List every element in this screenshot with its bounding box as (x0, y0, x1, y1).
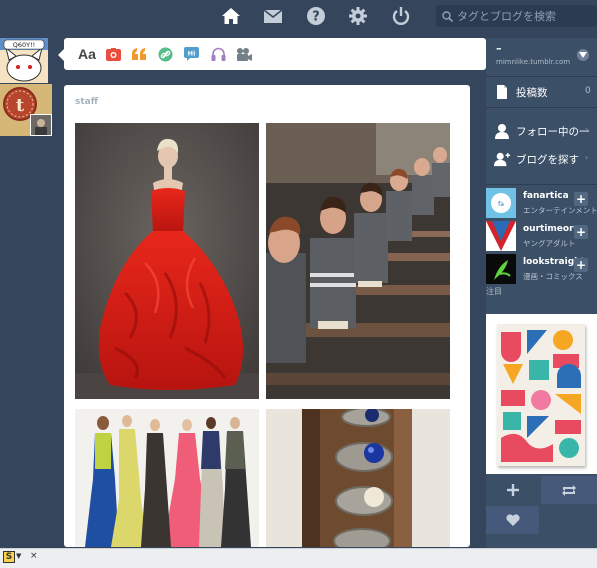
post-audio-button[interactable] (209, 45, 227, 63)
text-label: Aa (78, 46, 96, 62)
home-icon[interactable] (221, 6, 241, 26)
follow-button[interactable]: + (574, 192, 588, 206)
search-field[interactable] (436, 5, 597, 27)
recommended-blog[interactable]: ourtimeorg ヤングアダルト + (486, 219, 597, 251)
power-icon[interactable] (391, 6, 411, 26)
help-icon[interactable]: ? (306, 6, 326, 26)
recommended-blog[interactable]: fa fanartica エンターテインメント + (486, 186, 597, 218)
post-photo-button[interactable] (104, 45, 122, 63)
person-icon (495, 124, 509, 139)
post-card: staff (64, 85, 470, 547)
headphones-icon (211, 47, 225, 61)
blog-header[interactable]: – mimnlike.tumblr.com (486, 38, 597, 76)
blog-avatar (486, 254, 516, 284)
heart-icon (505, 514, 520, 526)
post-photo[interactable] (75, 409, 259, 547)
addon-icon[interactable]: S (3, 551, 15, 563)
reblog-button[interactable] (541, 476, 597, 504)
blog-name: fanartica (523, 191, 569, 201)
blog-name: – (496, 42, 502, 55)
blog-name: ourtimeorg (523, 224, 580, 234)
document-icon (497, 85, 507, 99)
search-input[interactable] (457, 9, 587, 23)
post-photo[interactable] (266, 123, 450, 399)
recommended-blog[interactable]: lookstraight 漫画・コミックス + (486, 252, 597, 284)
blog-category: ヤングアダルト (523, 239, 576, 248)
svg-text:Q60Y!!: Q60Y!! (13, 41, 36, 49)
follow-button[interactable]: + (574, 225, 588, 239)
svg-text:?: ? (312, 10, 320, 25)
svg-text:t: t (16, 95, 25, 116)
blog-category: 漫画・コミックス (523, 272, 583, 281)
post-quote-button[interactable] (130, 45, 148, 63)
user-avatar[interactable]: Q60Y!! (0, 38, 48, 83)
video-camera-icon (237, 47, 252, 61)
following-label: フォロー中の一 (516, 126, 590, 138)
post-link-button[interactable] (156, 45, 174, 63)
svg-text:Hi: Hi (187, 50, 195, 58)
reblog-icon (562, 484, 576, 496)
link-icon (158, 47, 172, 61)
featured-label: 注目 (486, 287, 502, 296)
search-icon (442, 10, 453, 22)
post-photo[interactable] (75, 123, 259, 399)
post-video-button[interactable] (235, 45, 253, 63)
blog-category: エンターテインメント (523, 206, 597, 215)
post-photo[interactable] (266, 409, 450, 547)
divider (486, 184, 597, 185)
svg-text:fa: fa (498, 201, 504, 208)
blog-url: mimnlike.tumblr.com (496, 58, 571, 66)
sidebar-item-explore[interactable]: ブログを探す › (486, 146, 597, 172)
post-actions (486, 474, 597, 548)
post-text-button[interactable]: Aa (76, 45, 98, 63)
post-type-selector: Aa Hi (58, 38, 486, 70)
mail-icon[interactable] (263, 6, 283, 26)
dropdown-arrow-icon[interactable]: ▼ (16, 552, 21, 560)
post-chat-button[interactable]: Hi (182, 45, 200, 63)
chevron-right-icon: › (585, 125, 589, 134)
divider (486, 107, 597, 108)
blog-avatar: fa (486, 188, 516, 218)
chevron-down-icon[interactable] (577, 49, 589, 61)
follow-button[interactable]: + (574, 258, 588, 272)
right-sidebar: – mimnlike.tumblr.com 投稿数 0 フォロー中の一 › ブロ… (486, 38, 597, 548)
sidebar-item-posts[interactable]: 投稿数 0 (486, 77, 597, 107)
add-person-icon (494, 152, 510, 167)
like-button[interactable] (486, 506, 539, 534)
blog-avatar (486, 221, 516, 251)
sidebar-item-following[interactable]: フォロー中の一 › (486, 118, 597, 144)
plus-icon (506, 484, 519, 496)
photo-icon (105, 47, 121, 61)
post-author-name[interactable]: staff (75, 97, 98, 107)
quote-icon (132, 48, 146, 60)
chevron-right-icon: › (585, 153, 589, 162)
posts-label: 投稿数 (516, 87, 548, 99)
top-navigation-bar: ? (0, 0, 597, 34)
explore-label: ブログを探す (516, 154, 579, 166)
gear-icon[interactable] (348, 6, 368, 26)
chat-icon: Hi (183, 47, 199, 61)
reblog-plus-button[interactable] (486, 476, 539, 504)
close-icon[interactable]: × (30, 551, 38, 561)
featured-artwork (497, 324, 585, 466)
mini-avatar (30, 114, 52, 136)
browser-status-bar: S ▼ × (0, 548, 597, 568)
posts-count: 0 (585, 86, 591, 96)
